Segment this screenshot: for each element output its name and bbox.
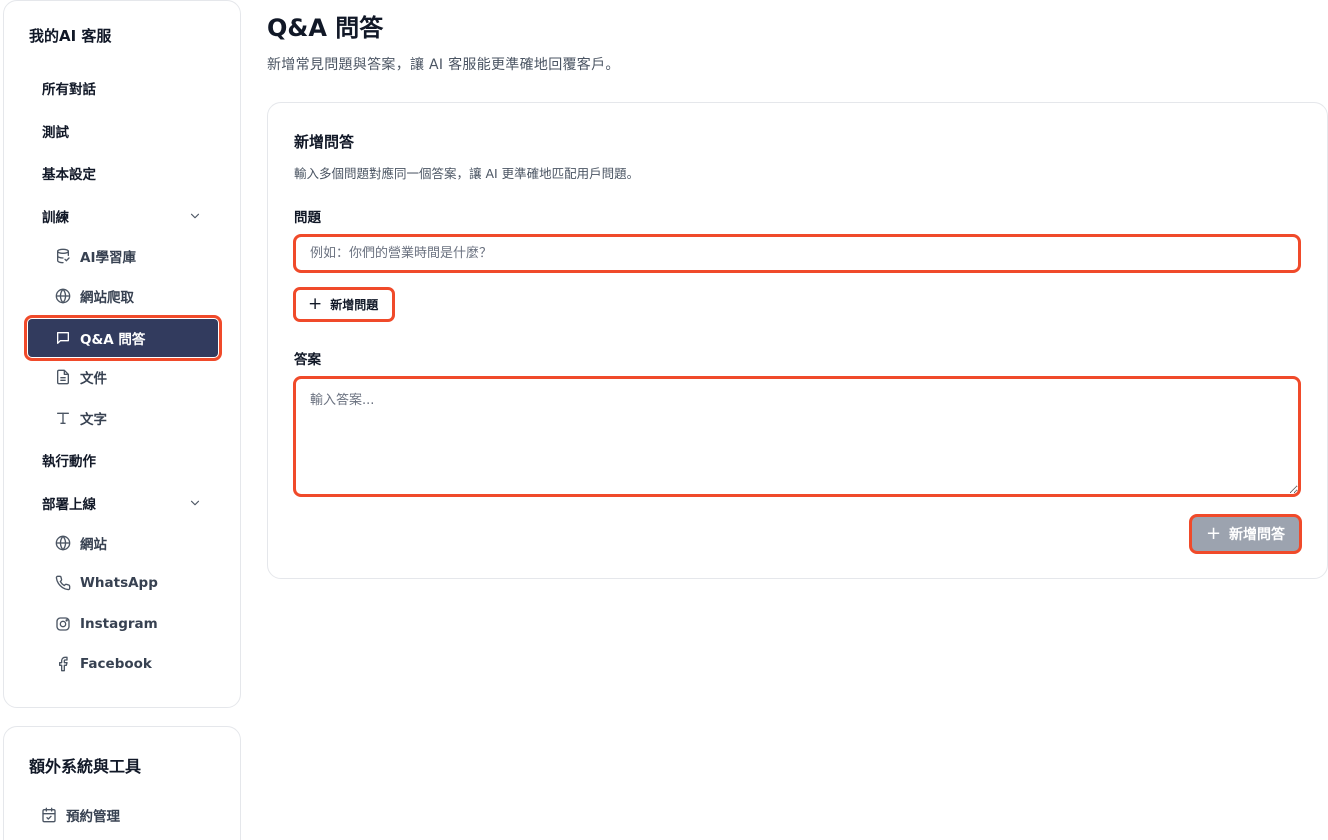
- sidebar-item-actions[interactable]: 執行動作: [28, 441, 218, 479]
- sidebar-item-label: 網站爬取: [80, 290, 134, 306]
- sidebar-title: 我的AI 客服: [29, 27, 112, 45]
- sidebar-item-test[interactable]: 測試: [28, 112, 218, 150]
- form-description: 輸入多個問題對應同一個答案，讓 AI 更準確地匹配用戶問題。: [294, 166, 640, 181]
- sidebar-item-label: 預約管理: [66, 809, 120, 825]
- sidebar-item-training[interactable]: 訓練: [28, 197, 218, 235]
- chevron-down-icon: [190, 500, 200, 506]
- sidebar-item-label: AI學習庫: [80, 250, 136, 266]
- sidebar-item-label: 部署上線: [42, 497, 96, 513]
- sidebar-item-ai-library[interactable]: AI學習庫: [28, 237, 218, 275]
- sidebar-item-label: 文件: [80, 371, 107, 387]
- sidebar-item-label: 測試: [42, 125, 69, 141]
- form-title: 新增問答: [294, 133, 355, 151]
- sidebar-item-deploy[interactable]: 部署上線: [28, 484, 218, 522]
- page-subtitle: 新增常見問題與答案，讓 AI 客服能更準確地回覆客戶。: [267, 57, 620, 73]
- text-icon: [54, 409, 72, 427]
- add-question-label: 新增問題: [330, 298, 379, 312]
- sidebar-item-qa[interactable]: Q&A 問答: [24, 315, 222, 361]
- sidebar-item-label: Instagram: [80, 616, 158, 632]
- answer-textarea[interactable]: [293, 376, 1301, 497]
- sidebar-item-website-crawl[interactable]: 網站爬取: [28, 277, 218, 315]
- sidebar-item-basic-settings[interactable]: 基本設定: [28, 154, 218, 192]
- chevron-down-icon: [190, 213, 200, 219]
- sidebar-item-facebook[interactable]: Facebook: [28, 645, 218, 683]
- sidebar-item-label: Q&A 問答: [80, 332, 146, 348]
- sidebar-item-label: 基本設定: [42, 167, 96, 183]
- calendar-check-icon: [40, 806, 58, 824]
- phone-icon: [54, 574, 72, 592]
- sidebar-item-whatsapp[interactable]: WhatsApp: [28, 564, 218, 602]
- add-qa-card: 新增問答 輸入多個問題對應同一個答案，讓 AI 更準確地匹配用戶問題。 問題 +…: [267, 102, 1328, 579]
- sidebar-item-documents[interactable]: 文件: [28, 358, 218, 396]
- globe-icon: [54, 287, 72, 305]
- sidebar-item-text[interactable]: 文字: [28, 399, 218, 437]
- sidebar-item-instagram[interactable]: Instagram: [28, 605, 218, 643]
- sidebar-item-label: 所有對話: [42, 82, 96, 98]
- tools-sidebar-title: 額外系統與工具: [29, 757, 142, 776]
- document-icon: [54, 368, 72, 386]
- facebook-icon: [54, 655, 72, 673]
- plus-icon: +: [1205, 523, 1222, 544]
- submit-qa-button[interactable]: + 新增問答: [1189, 514, 1302, 554]
- submit-qa-label: 新增問答: [1229, 527, 1286, 543]
- page-title: Q&A 問答: [267, 14, 384, 42]
- answer-label: 答案: [294, 352, 321, 368]
- sidebar-item-label: Facebook: [80, 656, 152, 672]
- sidebar-item-label: WhatsApp: [80, 575, 158, 591]
- sidebar-item-website[interactable]: 網站: [28, 524, 218, 562]
- sidebar-item-label: 文字: [80, 412, 107, 428]
- sidebar-item-all-conversations[interactable]: 所有對話: [28, 69, 218, 107]
- sidebar-item-label: 訓練: [42, 210, 69, 226]
- add-question-button[interactable]: + 新增問題: [293, 287, 396, 322]
- database-icon: [54, 247, 72, 265]
- sidebar: 我的AI 客服 所有對話 測試 基本設定 訓練 AI學習庫 網站爬取 Q&A 問…: [3, 0, 241, 708]
- instagram-icon: [54, 615, 72, 633]
- tools-sidebar: 額外系統與工具 預約管理: [3, 726, 241, 840]
- chat-bubble-icon: [54, 329, 72, 347]
- globe-icon: [54, 534, 72, 552]
- question-label: 問題: [294, 210, 321, 226]
- sidebar-item-booking[interactable]: 預約管理: [26, 796, 216, 834]
- sidebar-item-label: 網站: [80, 537, 107, 553]
- plus-icon: +: [308, 294, 323, 314]
- sidebar-item-label: 執行動作: [42, 454, 96, 470]
- question-input[interactable]: [293, 234, 1301, 273]
